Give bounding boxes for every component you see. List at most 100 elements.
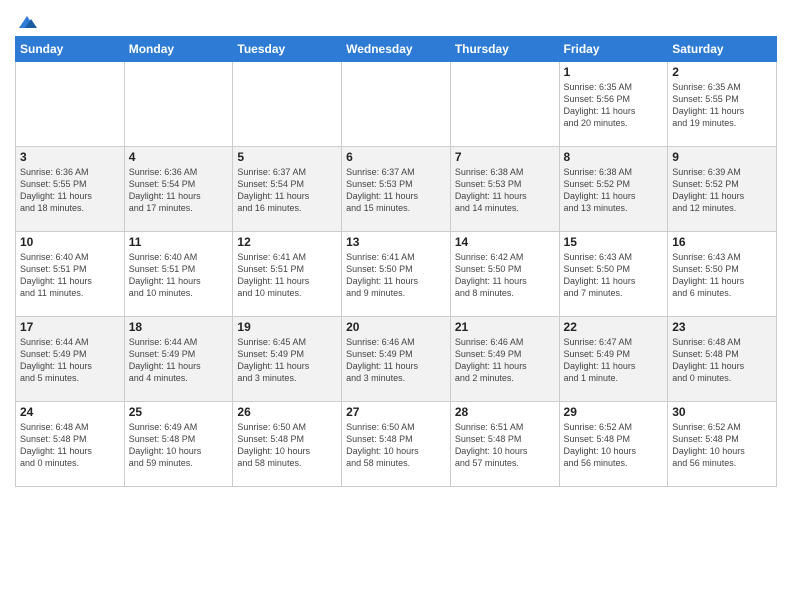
- day-number: 6: [346, 150, 446, 164]
- calendar-week-3: 10 Sunrise: 6:40 AM Sunset: 5:51 PM Dayli…: [16, 232, 777, 317]
- day-number: 10: [20, 235, 120, 249]
- day-number: 30: [672, 405, 772, 419]
- calendar-cell: 14 Sunrise: 6:42 AM Sunset: 5:50 PM Dayli…: [450, 232, 559, 317]
- calendar-cell: 15 Sunrise: 6:43 AM Sunset: 5:50 PM Dayli…: [559, 232, 668, 317]
- calendar-cell: 6 Sunrise: 6:37 AM Sunset: 5:53 PM Daylig…: [342, 147, 451, 232]
- logo-icon: [17, 14, 37, 30]
- calendar-cell: 22 Sunrise: 6:47 AM Sunset: 5:49 PM Dayli…: [559, 317, 668, 402]
- day-number: 2: [672, 65, 772, 79]
- calendar-week-5: 24 Sunrise: 6:48 AM Sunset: 5:48 PM Dayli…: [16, 402, 777, 487]
- day-info: Sunrise: 6:35 AM Sunset: 5:56 PM Dayligh…: [564, 81, 664, 130]
- day-number: 23: [672, 320, 772, 334]
- calendar-cell: 21Sunrise: 6:46 AM Sunset: 5:49 PM Dayli…: [450, 317, 559, 402]
- calendar-cell: 13 Sunrise: 6:41 AM Sunset: 5:50 PM Dayli…: [342, 232, 451, 317]
- calendar-week-2: 3 Sunrise: 6:36 AM Sunset: 5:55 PM Daylig…: [16, 147, 777, 232]
- day-info: Sunrise: 6:47 AM Sunset: 5:49 PM Dayligh…: [564, 336, 664, 385]
- day-number: 11: [129, 235, 229, 249]
- calendar-header-row: SundayMondayTuesdayWednesdayThursdayFrid…: [16, 37, 777, 62]
- calendar-cell: 1 Sunrise: 6:35 AM Sunset: 5:56 PM Daylig…: [559, 62, 668, 147]
- weekday-header-saturday: Saturday: [668, 37, 777, 62]
- day-info: Sunrise: 6:43 AM Sunset: 5:50 PM Dayligh…: [672, 251, 772, 300]
- day-info: Sunrise: 6:38 AM Sunset: 5:53 PM Dayligh…: [455, 166, 555, 215]
- calendar-cell: 5 Sunrise: 6:37 AM Sunset: 5:54 PM Daylig…: [233, 147, 342, 232]
- day-info: Sunrise: 6:42 AM Sunset: 5:50 PM Dayligh…: [455, 251, 555, 300]
- day-number: 1: [564, 65, 664, 79]
- calendar-cell: 20 Sunrise: 6:46 AM Sunset: 5:49 PM Dayli…: [342, 317, 451, 402]
- day-number: 5: [237, 150, 337, 164]
- day-info: Sunrise: 6:36 AM Sunset: 5:55 PM Dayligh…: [20, 166, 120, 215]
- day-info: Sunrise: 6:51 AM Sunset: 5:48 PM Dayligh…: [455, 421, 555, 470]
- day-number: 20: [346, 320, 446, 334]
- logo: [15, 14, 37, 30]
- calendar-cell: 11 Sunrise: 6:40 AM Sunset: 5:51 PM Dayli…: [124, 232, 233, 317]
- day-number: 27: [346, 405, 446, 419]
- day-info: Sunrise: 6:37 AM Sunset: 5:54 PM Dayligh…: [237, 166, 337, 215]
- day-info: Sunrise: 6:50 AM Sunset: 5:48 PM Dayligh…: [346, 421, 446, 470]
- calendar-week-1: 1 Sunrise: 6:35 AM Sunset: 5:56 PM Daylig…: [16, 62, 777, 147]
- day-number: 28: [455, 405, 555, 419]
- calendar-cell: 28 Sunrise: 6:51 AM Sunset: 5:48 PM Dayli…: [450, 402, 559, 487]
- day-info: Sunrise: 6:45 AM Sunset: 5:49 PM Dayligh…: [237, 336, 337, 385]
- calendar-cell: 2Sunrise: 6:35 AM Sunset: 5:55 PM Daylig…: [668, 62, 777, 147]
- day-number: 3: [20, 150, 120, 164]
- calendar-cell: 4Sunrise: 6:36 AM Sunset: 5:54 PM Daylig…: [124, 147, 233, 232]
- day-info: Sunrise: 6:36 AM Sunset: 5:54 PM Dayligh…: [129, 166, 229, 215]
- day-info: Sunrise: 6:37 AM Sunset: 5:53 PM Dayligh…: [346, 166, 446, 215]
- day-number: 24: [20, 405, 120, 419]
- day-info: Sunrise: 6:39 AM Sunset: 5:52 PM Dayligh…: [672, 166, 772, 215]
- calendar-cell: 9 Sunrise: 6:39 AM Sunset: 5:52 PM Daylig…: [668, 147, 777, 232]
- day-number: 18: [129, 320, 229, 334]
- day-info: Sunrise: 6:44 AM Sunset: 5:49 PM Dayligh…: [129, 336, 229, 385]
- calendar-cell: [233, 62, 342, 147]
- day-info: Sunrise: 6:40 AM Sunset: 5:51 PM Dayligh…: [20, 251, 120, 300]
- day-info: Sunrise: 6:43 AM Sunset: 5:50 PM Dayligh…: [564, 251, 664, 300]
- calendar-cell: 26 Sunrise: 6:50 AM Sunset: 5:48 PM Dayli…: [233, 402, 342, 487]
- day-number: 19: [237, 320, 337, 334]
- calendar-cell: 27 Sunrise: 6:50 AM Sunset: 5:48 PM Dayli…: [342, 402, 451, 487]
- day-info: Sunrise: 6:52 AM Sunset: 5:48 PM Dayligh…: [672, 421, 772, 470]
- day-number: 9: [672, 150, 772, 164]
- day-number: 15: [564, 235, 664, 249]
- day-info: Sunrise: 6:46 AM Sunset: 5:49 PM Dayligh…: [346, 336, 446, 385]
- day-info: Sunrise: 6:41 AM Sunset: 5:51 PM Dayligh…: [237, 251, 337, 300]
- calendar-cell: 3 Sunrise: 6:36 AM Sunset: 5:55 PM Daylig…: [16, 147, 125, 232]
- calendar-cell: [16, 62, 125, 147]
- calendar-cell: 24 Sunrise: 6:48 AM Sunset: 5:48 PM Dayli…: [16, 402, 125, 487]
- day-number: 12: [237, 235, 337, 249]
- day-number: 25: [129, 405, 229, 419]
- day-number: 17: [20, 320, 120, 334]
- day-number: 13: [346, 235, 446, 249]
- weekday-header-wednesday: Wednesday: [342, 37, 451, 62]
- day-info: Sunrise: 6:38 AM Sunset: 5:52 PM Dayligh…: [564, 166, 664, 215]
- day-number: 21: [455, 320, 555, 334]
- calendar-cell: [342, 62, 451, 147]
- day-number: 8: [564, 150, 664, 164]
- day-info: Sunrise: 6:49 AM Sunset: 5:48 PM Dayligh…: [129, 421, 229, 470]
- weekday-header-thursday: Thursday: [450, 37, 559, 62]
- calendar-cell: 10 Sunrise: 6:40 AM Sunset: 5:51 PM Dayli…: [16, 232, 125, 317]
- day-number: 16: [672, 235, 772, 249]
- day-info: Sunrise: 6:48 AM Sunset: 5:48 PM Dayligh…: [20, 421, 120, 470]
- weekday-header-monday: Monday: [124, 37, 233, 62]
- day-number: 22: [564, 320, 664, 334]
- calendar-cell: 17Sunrise: 6:44 AM Sunset: 5:49 PM Dayli…: [16, 317, 125, 402]
- calendar-cell: [124, 62, 233, 147]
- calendar-cell: 29Sunrise: 6:52 AM Sunset: 5:48 PM Dayli…: [559, 402, 668, 487]
- weekday-header-sunday: Sunday: [16, 37, 125, 62]
- calendar-week-4: 17 Sunrise: 6:44 AM Sunset: 5:49 PM Dayli…: [16, 317, 777, 402]
- day-number: 26: [237, 405, 337, 419]
- calendar-cell: 23Sunrise: 6:48 AM Sunset: 5:48 PM Dayli…: [668, 317, 777, 402]
- day-number: 7: [455, 150, 555, 164]
- calendar-cell: 18 Sunrise: 6:44 AM Sunset: 5:49 PM Dayli…: [124, 317, 233, 402]
- day-info: Sunrise: 6:50 AM Sunset: 5:48 PM Dayligh…: [237, 421, 337, 470]
- calendar-body: 1 Sunrise: 6:35 AM Sunset: 5:56 PM Daylig…: [16, 62, 777, 487]
- day-info: Sunrise: 6:52 AM Sunset: 5:48 PM Dayligh…: [564, 421, 664, 470]
- day-number: 14: [455, 235, 555, 249]
- calendar-cell: 12 Sunrise: 6:41 AM Sunset: 5:51 PM Dayli…: [233, 232, 342, 317]
- weekday-header-friday: Friday: [559, 37, 668, 62]
- page-header: [15, 10, 777, 30]
- calendar-cell: [450, 62, 559, 147]
- calendar-cell: 25 Sunrise: 6:49 AM Sunset: 5:48 PM Dayli…: [124, 402, 233, 487]
- day-info: Sunrise: 6:40 AM Sunset: 5:51 PM Dayligh…: [129, 251, 229, 300]
- day-info: Sunrise: 6:41 AM Sunset: 5:50 PM Dayligh…: [346, 251, 446, 300]
